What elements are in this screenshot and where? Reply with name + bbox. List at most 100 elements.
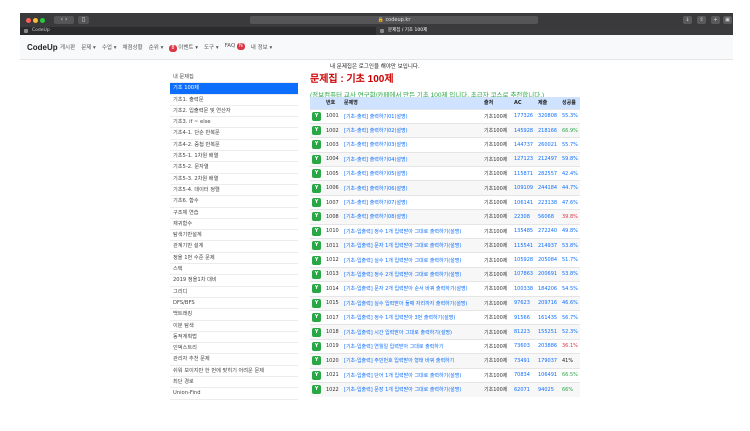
- problem-source[interactable]: 기초100제: [482, 367, 512, 383]
- problem-link[interactable]: [기초-출력] 출력하기05(설명): [342, 166, 482, 181]
- sidebar-item[interactable]: 기초3. if ~ else: [170, 117, 298, 129]
- submit-count[interactable]: 56068: [536, 209, 560, 225]
- problem-source[interactable]: 기초100제: [482, 151, 512, 167]
- problem-link[interactable]: [기초-입출력] 실수 1개 입력받아 그대로 출력하기(설명): [342, 252, 482, 268]
- problem-link[interactable]: [기초-입출력] 문자 1개 입력받아 그대로 출력하기(설명): [342, 238, 482, 253]
- problem-source[interactable]: 기초100제: [482, 108, 512, 124]
- nav-event[interactable]: 8 이벤트 ▾: [169, 43, 198, 52]
- sidebar-item[interactable]: 구조체 연습: [170, 208, 298, 219]
- submit-count[interactable]: 205084: [536, 252, 560, 268]
- submit-count[interactable]: 155251: [536, 324, 560, 340]
- submit-count[interactable]: 282557: [536, 166, 560, 181]
- sidebar-item[interactable]: 최단 경로: [170, 377, 298, 389]
- problem-source[interactable]: 기초100제: [482, 309, 512, 325]
- problem-source[interactable]: 기초100제: [482, 281, 512, 297]
- problem-link[interactable]: [기초-입출력] 실수 입력받아 둘째 자리까지 출력하기(설명): [342, 295, 482, 311]
- minimize-window-button[interactable]: [33, 18, 38, 23]
- ac-count[interactable]: 105928: [512, 252, 536, 268]
- sidebar-item[interactable]: 기초5-1. 1차원 배열: [170, 151, 298, 163]
- sidebar-item[interactable]: 기초5-4. 데이터 정렬: [170, 185, 298, 197]
- ac-count[interactable]: 97623: [512, 295, 536, 311]
- tab-problemset[interactable]: 문제집 / 기초 100제: [376, 27, 733, 35]
- problem-link[interactable]: [기초-입출력] 정수 2개 입력받아 그대로 출력하기(설명): [342, 266, 482, 282]
- submit-count[interactable]: 200691: [536, 266, 560, 282]
- problem-link[interactable]: [기초-입출력] 시간 입력받아 그대로 출력하기(설명): [342, 324, 482, 340]
- ac-count[interactable]: 100338: [512, 281, 536, 297]
- problem-link[interactable]: [기초-입출력] 주민번호 입력받아 형태 바꿔 출력하기: [342, 353, 482, 369]
- sidebar-item[interactable]: 기초5-2. 문자열: [170, 162, 298, 174]
- sidebar-item[interactable]: 이분 탐색: [170, 321, 298, 332]
- problem-link[interactable]: [기초-출력] 출력하기03(설명): [342, 137, 482, 153]
- nav-board[interactable]: 게시판: [60, 43, 75, 52]
- sidebar-item[interactable]: 2019 정올1차 대비: [170, 275, 298, 287]
- nav-class[interactable]: 수업 ▾: [102, 43, 117, 52]
- problem-link[interactable]: [기초-출력] 출력하기06(설명): [342, 180, 482, 196]
- ac-count[interactable]: 145928: [512, 122, 536, 138]
- problem-link[interactable]: [기초-입출력] 문자 2개 입력받아 순서 바꿔 출력하기(설명): [342, 281, 482, 297]
- problem-link[interactable]: [기초-출력] 출력하기07(설명): [342, 194, 482, 210]
- submit-count[interactable]: 203886: [536, 338, 560, 354]
- problem-source[interactable]: 기초100제: [482, 295, 512, 311]
- problem-source[interactable]: 기초100제: [482, 137, 512, 153]
- problem-source[interactable]: 기초100제: [482, 381, 512, 397]
- problem-source[interactable]: 기초100제: [482, 166, 512, 181]
- ac-count[interactable]: 135485: [512, 223, 536, 239]
- back-forward-buttons[interactable]: ‹ ›: [54, 16, 74, 24]
- problem-source[interactable]: 기초100제: [482, 122, 512, 138]
- sidebar-item[interactable]: 기초6. 함수: [170, 196, 298, 208]
- ac-count[interactable]: 107863: [512, 266, 536, 282]
- sidebar-item[interactable]: Union-Find: [170, 388, 298, 400]
- submit-count[interactable]: 184206: [536, 281, 560, 297]
- problem-link[interactable]: [기초-입출력] 단어 1개 입력받아 그대로 출력하기(설명): [342, 367, 482, 383]
- sidebar-item[interactable]: 기초 100제: [170, 83, 298, 95]
- sidebar-item[interactable]: 기초2. 입출력문 및 연산자: [170, 106, 298, 118]
- problem-source[interactable]: 기초100제: [482, 238, 512, 253]
- nav-tools[interactable]: 도구 ▾: [204, 43, 219, 52]
- submit-count[interactable]: 272240: [536, 223, 560, 239]
- problem-link[interactable]: [기초-입출력] 문장 1개 입력받아 그대로 출력하기(설명): [342, 381, 482, 397]
- nav-judge-status[interactable]: 채점상황: [122, 43, 142, 52]
- zoom-window-button[interactable]: [40, 18, 45, 23]
- nav-ranking[interactable]: 순위 ▾: [149, 43, 164, 52]
- sidebar-item[interactable]: 기초4-2. 중첩 반복문: [170, 140, 298, 152]
- ac-count[interactable]: 91566: [512, 309, 536, 325]
- submit-count[interactable]: 161435: [536, 309, 560, 325]
- submit-count[interactable]: 223138: [536, 194, 560, 210]
- nav-faq[interactable]: FAQ N: [225, 43, 245, 52]
- problem-source[interactable]: 기초100제: [482, 338, 512, 354]
- sidebar-item[interactable]: 쉬워 보이지만 한 번에 맞히기 어려운 문제: [170, 366, 298, 378]
- submit-count[interactable]: 218166: [536, 122, 560, 138]
- problem-source[interactable]: 기초100제: [482, 266, 512, 282]
- sidebar-item[interactable]: 탐색기반설계: [170, 230, 298, 242]
- sidebar-item[interactable]: 백트래킹: [170, 309, 298, 321]
- sidebar-item[interactable]: 관리자 추천 문제: [170, 354, 298, 366]
- problem-source[interactable]: 기초100제: [482, 252, 512, 268]
- problem-link[interactable]: [기초-입출력] 연월일 입력받아 그대로 출력하기: [342, 338, 482, 354]
- submit-count[interactable]: 244184: [536, 180, 560, 196]
- ac-count[interactable]: 70834: [512, 367, 536, 383]
- sidebar-item[interactable]: 동적계획법: [170, 332, 298, 344]
- sidebar-item[interactable]: 정올 1번 수준 문제: [170, 253, 298, 265]
- site-logo[interactable]: CodeUp: [27, 43, 58, 52]
- problem-source[interactable]: 기초100제: [482, 324, 512, 340]
- ac-count[interactable]: 109109: [512, 180, 536, 196]
- new-tab-icon[interactable]: +: [711, 16, 720, 24]
- sidebar-item[interactable]: 기초1. 출력문: [170, 95, 298, 106]
- address-bar[interactable]: 🔒 codeup.kr: [250, 16, 538, 24]
- problem-source[interactable]: 기초100제: [482, 180, 512, 196]
- sidebar-item[interactable]: 재귀함수: [170, 219, 298, 231]
- sidebar-item[interactable]: 기초4-1. 단순 반복문: [170, 128, 298, 140]
- tab-overview-icon[interactable]: ▣: [723, 16, 732, 24]
- share-icon[interactable]: ⇧: [697, 16, 706, 24]
- problem-link[interactable]: [기초-출력] 출력하기04(설명): [342, 151, 482, 167]
- ac-count[interactable]: 22308: [512, 209, 536, 225]
- ac-count[interactable]: 62071: [512, 381, 536, 397]
- problem-source[interactable]: 기초100제: [482, 209, 512, 225]
- nav-problems[interactable]: 문제 ▾: [81, 43, 96, 52]
- ac-count[interactable]: 127123: [512, 151, 536, 167]
- problem-source[interactable]: 기초100제: [482, 353, 512, 369]
- submit-count[interactable]: 260021: [536, 137, 560, 153]
- submit-count[interactable]: 214937: [536, 238, 560, 253]
- sidebar-item[interactable]: 그리디: [170, 287, 298, 298]
- ac-count[interactable]: 81223: [512, 324, 536, 340]
